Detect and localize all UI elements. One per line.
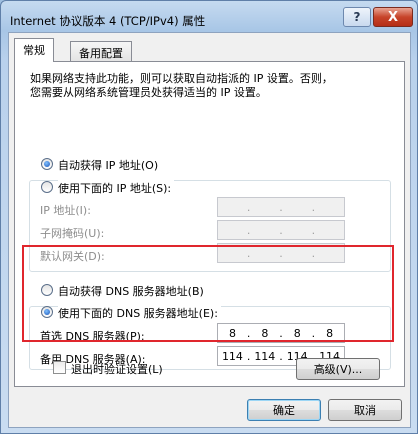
help-button[interactable]: ? bbox=[343, 7, 371, 27]
ip-address-input[interactable]: . . . bbox=[217, 197, 345, 217]
subnet-mask-input[interactable]: . . . bbox=[217, 220, 345, 240]
window-title: Internet 协议版本 4 (TCP/IPv4) 属性 bbox=[10, 14, 206, 28]
dialog-window: Internet 协议版本 4 (TCP/IPv4) 属性 ? X 常规 备用配… bbox=[0, 0, 418, 434]
dialog-client-area: 常规 备用配置 如果网络支持此功能，则可以获取自动指派的 IP 设置。否则， 您… bbox=[8, 32, 411, 428]
validate-on-exit-checkbox[interactable] bbox=[53, 361, 66, 374]
dns-highlight-annotation bbox=[22, 245, 394, 342]
ip-dot-separator: . bbox=[311, 200, 316, 214]
advanced-button[interactable]: 高级(V)... bbox=[296, 358, 380, 380]
ip-address-label: IP 地址(I): bbox=[40, 204, 91, 217]
auto-ip-label[interactable]: 自动获得 IP 地址(O) bbox=[58, 157, 158, 173]
ok-button[interactable]: 确定 bbox=[247, 399, 321, 421]
manual-ip-radio[interactable] bbox=[41, 181, 53, 193]
tab-alternate-config[interactable]: 备用配置 bbox=[70, 41, 132, 62]
close-button[interactable]: X bbox=[373, 7, 413, 27]
manual-ip-label[interactable]: 使用下面的 IP 地址(S): bbox=[58, 180, 175, 196]
intro-text-line2: 您需要从网络系统管理员处获得适当的 IP 设置。 bbox=[30, 86, 267, 99]
subnet-mask-label: 子网掩码(U): bbox=[40, 227, 105, 240]
dns-octet: 114 bbox=[221, 349, 243, 363]
validate-on-exit-label[interactable]: 退出时验证设置(L) bbox=[71, 361, 163, 377]
auto-ip-radio[interactable] bbox=[41, 158, 53, 170]
dns-octet: 114 bbox=[254, 349, 276, 363]
ip-dot-separator: . bbox=[246, 200, 251, 214]
ip-dot-separator: . bbox=[246, 223, 251, 237]
tab-general[interactable]: 常规 bbox=[14, 38, 54, 62]
ip-dot-separator: . bbox=[311, 223, 316, 237]
ip-dot-separator: . bbox=[279, 223, 283, 237]
cancel-button[interactable]: 取消 bbox=[328, 399, 402, 421]
ip-dot-separator: . bbox=[279, 200, 283, 214]
